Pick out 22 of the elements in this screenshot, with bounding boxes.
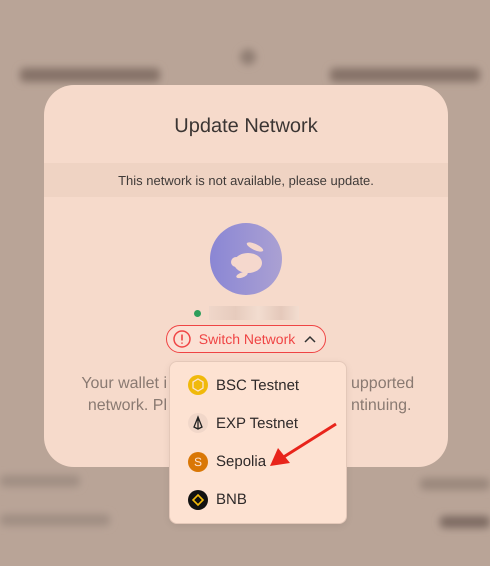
network-option[interactable]: BSC Testnet [170, 366, 346, 404]
network-option[interactable]: EXP Testnet [170, 404, 346, 442]
rabbit-avatar-icon [210, 223, 282, 295]
notice-banner: This network is not available, please update. [44, 163, 448, 197]
message-text: Your wallet i [81, 374, 167, 394]
warning-icon [172, 330, 191, 348]
blurred-text [440, 516, 490, 528]
coin-icon: S [188, 452, 208, 472]
chevron-icon [303, 334, 318, 344]
blurred-text [420, 478, 490, 490]
network-label: Sepolia [216, 453, 266, 470]
message-text: upported [351, 374, 414, 394]
message-text: ntinuing. [351, 396, 412, 416]
dialog-title: Update Network [174, 114, 318, 139]
message-text: network. Pl [88, 396, 167, 416]
cube-icon [188, 375, 208, 396]
network-label: BSC Testnet [216, 376, 300, 394]
network-label: EXP Testnet [216, 414, 298, 432]
network-label: BNB [216, 491, 247, 508]
network-option[interactable]: S Sepolia [170, 442, 346, 481]
status-dot [194, 310, 200, 316]
network-option[interactable]: BNB [170, 480, 346, 519]
